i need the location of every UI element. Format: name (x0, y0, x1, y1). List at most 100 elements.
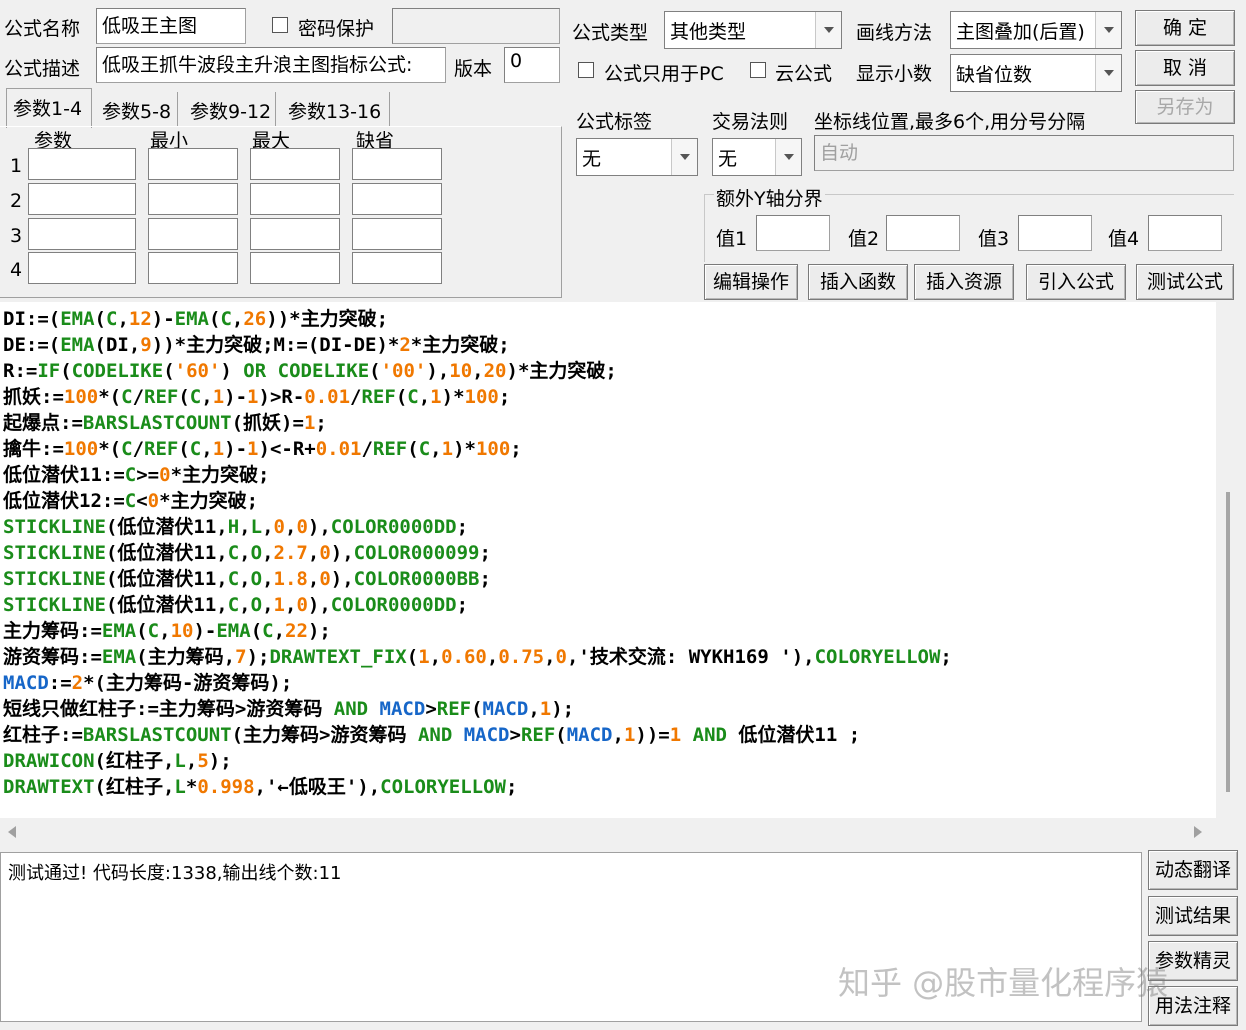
chevron-down-icon (1095, 55, 1121, 91)
formula-tag-select[interactable]: 无 (576, 138, 698, 176)
tab-label: 参数1-4 (13, 98, 83, 120)
formula-type-label: 公式类型 (572, 22, 649, 44)
edit-ops-button[interactable]: 编辑操作 (704, 264, 798, 300)
value2-input[interactable] (886, 215, 960, 251)
formula-desc-input[interactable]: 低吸王抓牛波段主升浪主图指标公式: (96, 47, 446, 83)
formula-tag-label: 公式标签 (576, 111, 653, 133)
param-name-input[interactable] (28, 148, 136, 180)
param-name-input[interactable] (28, 218, 136, 250)
password-input[interactable] (392, 8, 560, 44)
cloud-label: 云公式 (775, 63, 833, 85)
tab-label: 参数13-16 (288, 101, 382, 123)
formula-type-value: 其他类型 (670, 21, 747, 43)
code-line: STICKLINE(低位潜伏11,C,O,1.8,0),COLOR0000BB; (3, 568, 491, 590)
code-line: 主力筹码:=EMA(C,10)-EMA(C,22); (3, 620, 331, 642)
password-checkbox[interactable] (272, 17, 288, 33)
pc-only-label: 公式只用于PC (604, 63, 724, 85)
save-as-button[interactable]: 另存为 (1135, 90, 1235, 124)
scroll-thumb[interactable] (1226, 492, 1230, 792)
chevron-down-icon (775, 139, 801, 175)
param-row-num: 3 (10, 225, 23, 247)
code-line: 低位潜伏12:=C<0*主力突破; (3, 490, 259, 512)
code-line: STICKLINE(低位潜伏11,C,O,2.7,0),COLOR000099; (3, 542, 491, 564)
param-row-num: 1 (10, 155, 23, 177)
value3-input[interactable] (1018, 215, 1092, 251)
version-input[interactable]: 0 (504, 47, 560, 83)
formula-type-select[interactable]: 其他类型 (664, 11, 842, 49)
tab-params-5-8[interactable]: 参数5-8 (96, 92, 178, 126)
value3-label: 值3 (978, 228, 1010, 250)
pc-only-checkbox[interactable] (578, 62, 594, 78)
value2-label: 值2 (848, 228, 880, 250)
value1-label: 值1 (716, 228, 748, 250)
code-editor[interactable]: DI:=(EMA(C,12)-EMA(C,26))*主力突破; DE:=(EMA(… (0, 302, 1216, 818)
import-formula-button[interactable]: 引入公式 (1026, 264, 1126, 300)
ok-button[interactable]: 确 定 (1135, 10, 1235, 46)
draw-method-select[interactable]: 主图叠加(后置) (950, 11, 1122, 49)
tab-label: 参数5-8 (102, 101, 172, 123)
param-default-input[interactable] (352, 183, 442, 215)
draw-method-label: 画线方法 (856, 22, 933, 44)
param-max-input[interactable] (250, 218, 340, 250)
value1-input[interactable] (756, 215, 830, 251)
param-min-input[interactable] (148, 218, 238, 250)
cloud-checkbox[interactable] (750, 62, 766, 78)
param-max-input[interactable] (250, 148, 340, 180)
value4-label: 值4 (1108, 228, 1140, 250)
decimals-value: 缺省位数 (956, 64, 1033, 86)
insert-function-button[interactable]: 插入函数 (808, 264, 908, 300)
code-line: STICKLINE(低位潜伏11,H,L,0,0),COLOR0000DD; (3, 516, 469, 538)
trade-rule-select[interactable]: 无 (712, 138, 802, 176)
horizontal-scrollbar[interactable] (0, 818, 1216, 846)
code-line: 游资筹码:=EMA(主力筹码,7);DRAWTEXT_FIX(1,0.60,0.… (3, 646, 952, 668)
param-max-input[interactable] (250, 252, 340, 284)
test-result-button[interactable]: 测试结果 (1148, 896, 1238, 936)
decimals-select[interactable]: 缺省位数 (950, 54, 1122, 92)
code-line: 起爆点:=BARSLASTCOUNT(抓妖)=1; (3, 412, 327, 434)
test-formula-button[interactable]: 测试公式 (1136, 264, 1234, 300)
tab-params-9-12[interactable]: 参数9-12 (184, 92, 276, 126)
code-line: 擒牛:=100*(C/REF(C,1)-1)<-R+0.01/REF(C,1)*… (3, 438, 522, 460)
param-default-input[interactable] (352, 218, 442, 250)
scroll-left-icon[interactable] (8, 826, 18, 838)
tab-params-1-4[interactable]: 参数1-4 (6, 88, 92, 128)
code-line: DRAWTEXT(红柱子,L*0.998,'←低吸王'),COLORYELLOW… (3, 776, 518, 798)
param-row-num: 4 (10, 259, 23, 281)
trade-rule-value: 无 (718, 148, 738, 170)
param-row-num: 2 (10, 190, 23, 212)
cancel-button[interactable]: 取 消 (1135, 50, 1235, 86)
code-line: R:=IF(CODELIKE('60') OR CODELIKE('00'),1… (3, 360, 617, 382)
code-line: DE:=(EMA(DI,9))*主力突破;M:=(DI-DE)*2*主力突破; (3, 334, 510, 356)
draw-method-value: 主图叠加(后置) (956, 21, 1085, 43)
axis-position-input[interactable]: 自动 (814, 135, 1234, 171)
code-line: 红柱子:=BARSLASTCOUNT(主力筹码>游资筹码 AND MACD>RE… (3, 724, 861, 746)
scroll-right-icon[interactable] (1194, 826, 1204, 838)
extra-y-label: 额外Y轴分界 (714, 184, 825, 211)
param-max-input[interactable] (250, 183, 340, 215)
param-name-input[interactable] (28, 183, 136, 215)
param-min-input[interactable] (148, 148, 238, 180)
formula-name-input[interactable]: 低吸王主图 (96, 8, 246, 44)
param-default-input[interactable] (352, 148, 442, 180)
param-min-input[interactable] (148, 183, 238, 215)
dynamic-translate-button[interactable]: 动态翻译 (1148, 850, 1238, 890)
param-default-input[interactable] (352, 252, 442, 284)
value4-input[interactable] (1148, 215, 1222, 251)
chevron-down-icon (815, 12, 841, 48)
tab-params-13-16[interactable]: 参数13-16 (282, 92, 390, 126)
code-line: 抓妖:=100*(C/REF(C,1)-1)>R-0.01/REF(C,1)*1… (3, 386, 511, 408)
code-line: MACD:=2*(主力筹码-游资筹码); (3, 672, 293, 694)
formula-tag-value: 无 (582, 148, 602, 170)
code-line: DRAWICON(红柱子,L,5); (3, 750, 232, 772)
insert-resource-button[interactable]: 插入资源 (914, 264, 1014, 300)
param-min-input[interactable] (148, 252, 238, 284)
formula-desc-label: 公式描述 (4, 58, 81, 80)
axis-position-label: 坐标线位置,最多6个,用分号分隔 (814, 111, 1086, 133)
vertical-scrollbar[interactable] (1216, 302, 1244, 818)
formula-name-label: 公式名称 (4, 18, 81, 40)
code-line: 短线只做红柱子:=主力筹码>游资筹码 AND MACD>REF(MACD,1); (3, 698, 575, 720)
version-label: 版本 (454, 58, 493, 80)
param-name-input[interactable] (28, 252, 136, 284)
watermark: 知乎 @股市量化程序猿 (838, 964, 1169, 1002)
chevron-down-icon (671, 139, 697, 175)
